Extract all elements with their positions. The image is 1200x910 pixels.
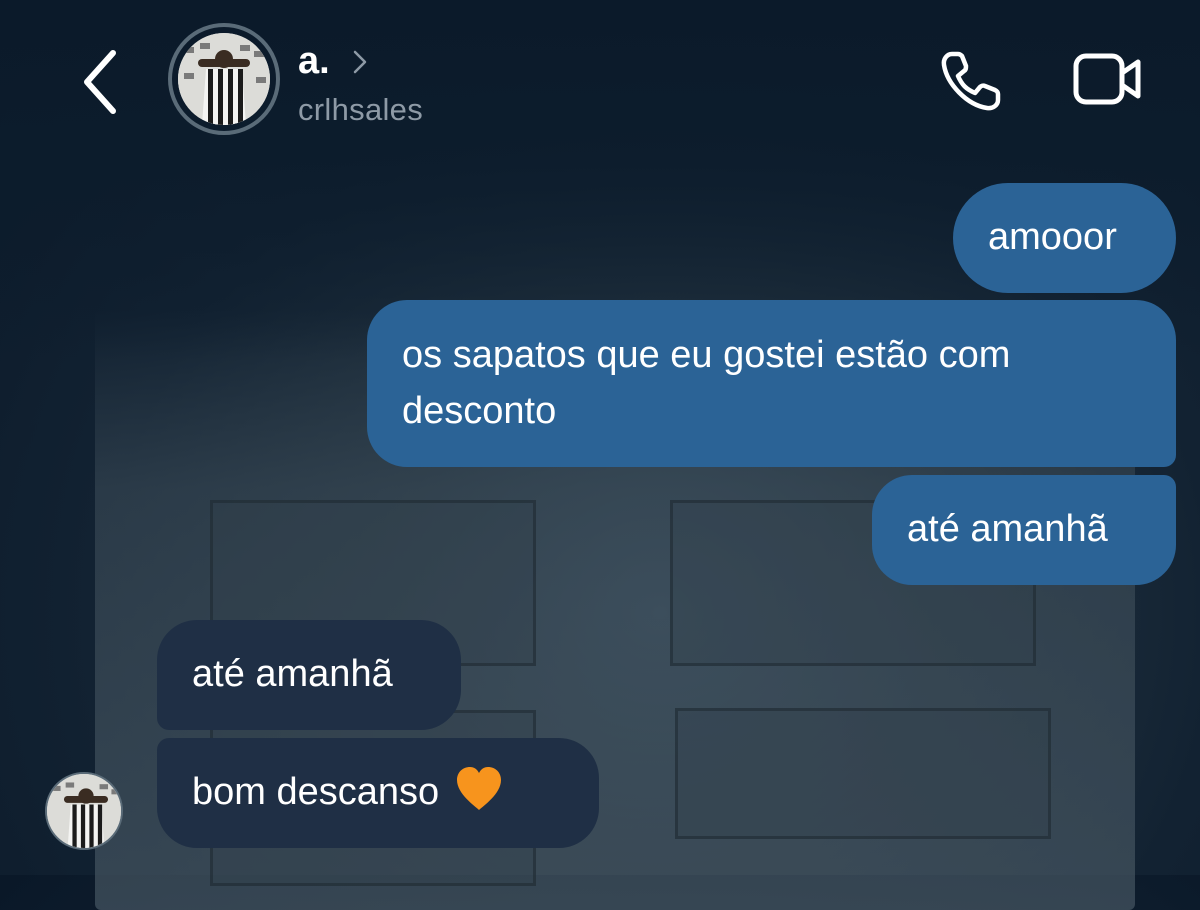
chat-header: a. crlhsales bbox=[0, 0, 1200, 160]
message-text: até amanhã bbox=[907, 508, 1108, 550]
back-button[interactable] bbox=[75, 45, 135, 115]
sent-message-bubble[interactable]: os sapatos que eu gostei estão com desco… bbox=[367, 300, 1176, 467]
orange-heart-icon bbox=[457, 767, 502, 810]
background-panel bbox=[675, 708, 1051, 839]
contact-name: a. bbox=[298, 40, 330, 82]
audio-call-button[interactable] bbox=[938, 48, 1004, 114]
contact-name-row[interactable]: a. bbox=[298, 40, 368, 83]
chevron-right-icon bbox=[353, 50, 366, 73]
message-text: bom descanso bbox=[192, 771, 440, 813]
contact-avatar[interactable] bbox=[168, 23, 280, 135]
video-camera-icon bbox=[1073, 53, 1141, 105]
phone-icon bbox=[941, 51, 1001, 111]
sent-message-bubble[interactable]: até amanhã bbox=[872, 475, 1176, 585]
sender-avatar[interactable] bbox=[45, 772, 123, 850]
received-message-bubble[interactable]: até amanhã bbox=[157, 620, 461, 730]
received-message-bubble[interactable]: bom descanso bbox=[157, 738, 599, 848]
message-text-line: desconto bbox=[402, 390, 557, 432]
chevron-left-icon bbox=[84, 50, 116, 114]
message-text: amooor bbox=[988, 216, 1117, 258]
message-text-line: os sapatos que eu gostei estão com bbox=[402, 334, 1011, 376]
avatar-image bbox=[178, 33, 270, 125]
sent-message-bubble[interactable]: amooor bbox=[953, 183, 1176, 293]
message-text: até amanhã bbox=[192, 653, 393, 695]
video-call-button[interactable] bbox=[1072, 50, 1144, 110]
contact-username: crlhsales bbox=[298, 92, 424, 127]
